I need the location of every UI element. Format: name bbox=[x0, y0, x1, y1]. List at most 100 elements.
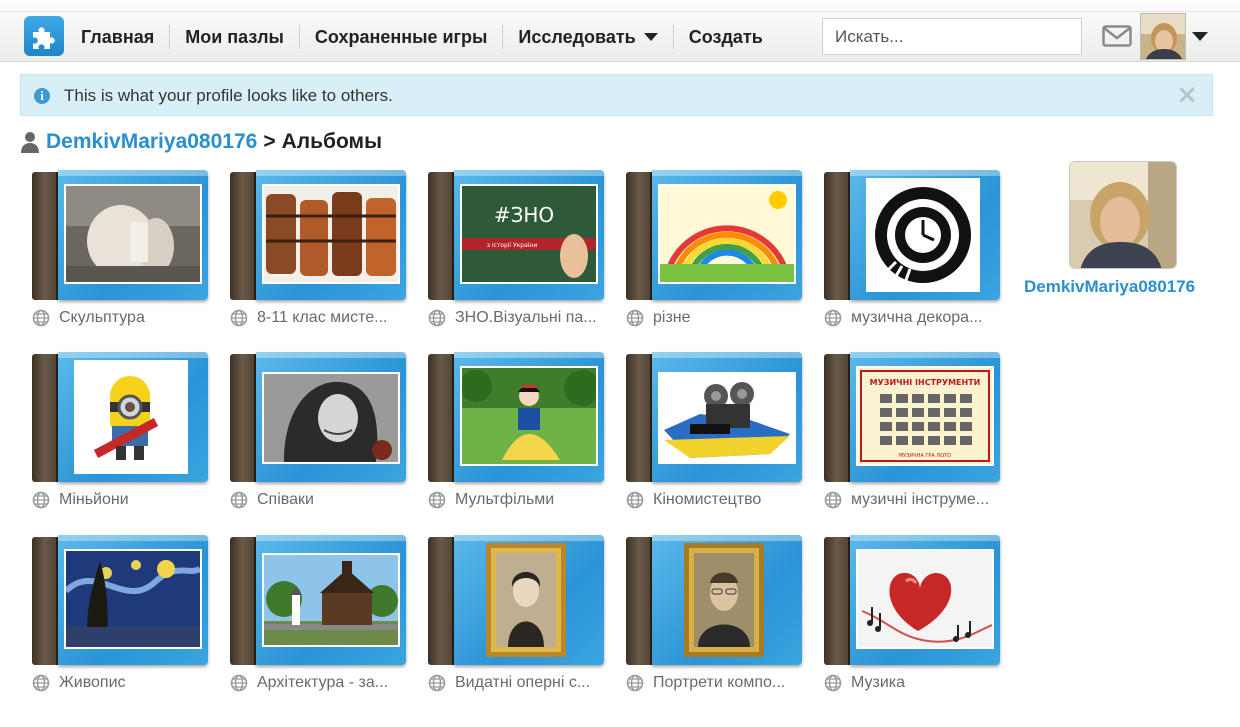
globe-icon bbox=[824, 674, 842, 692]
album-book bbox=[32, 170, 208, 300]
album-thumbnail bbox=[262, 372, 400, 464]
album-title[interactable]: Портрети компо... bbox=[626, 674, 802, 692]
album-card[interactable]: Живопис bbox=[32, 535, 208, 695]
globe-icon bbox=[230, 674, 248, 692]
album-title[interactable]: Співаки bbox=[230, 491, 406, 509]
nav-create[interactable]: Создать bbox=[672, 25, 778, 49]
user-avatar[interactable] bbox=[1140, 13, 1186, 60]
album-card[interactable]: МУЗИЧНІ ІНСТРУМЕНТИ МУЗИЧНА ГРА ЛОТО музи… bbox=[824, 352, 1000, 512]
main-nav: Главная Мои пазлы Сохраненные игры Иссле… bbox=[66, 22, 778, 52]
album-book bbox=[32, 352, 208, 482]
album-book bbox=[824, 170, 1000, 300]
info-icon: i bbox=[34, 88, 50, 104]
album-card[interactable]: різне bbox=[626, 170, 802, 330]
topbar-divider bbox=[0, 11, 1240, 12]
album-card[interactable]: музична декора... bbox=[824, 170, 1000, 330]
album-book: #ЗНО з історії України bbox=[428, 170, 604, 300]
album-book: МУЗИЧНІ ІНСТРУМЕНТИ МУЗИЧНА ГРА ЛОТО bbox=[824, 352, 1000, 482]
puzzle-logo-icon[interactable] bbox=[24, 16, 64, 56]
profile-photo[interactable] bbox=[1069, 161, 1177, 269]
nav-create-label: Создать bbox=[688, 27, 763, 47]
album-title[interactable]: Видатні оперні с... bbox=[428, 674, 604, 692]
album-title-text: різне bbox=[653, 309, 691, 326]
globe-icon bbox=[824, 309, 842, 327]
album-card[interactable]: Міньйони bbox=[32, 352, 208, 512]
search-input[interactable] bbox=[822, 18, 1082, 55]
album-card[interactable]: #ЗНО з історії України ЗНО.Візуальні па..… bbox=[428, 170, 604, 330]
album-card[interactable]: Мультфільми bbox=[428, 352, 604, 512]
globe-icon bbox=[428, 674, 446, 692]
album-title-text: 8-11 клас мисте... bbox=[257, 309, 388, 326]
album-book bbox=[626, 535, 802, 665]
album-thumbnail bbox=[262, 184, 400, 284]
heading-username-link[interactable]: DemkivMariya080176 bbox=[46, 130, 257, 154]
album-thumbnail bbox=[64, 549, 202, 649]
album-card[interactable]: Видатні оперні с... bbox=[428, 535, 604, 695]
album-title[interactable]: Музика bbox=[824, 674, 1000, 692]
globe-icon bbox=[428, 491, 446, 509]
nav-my-puzzles[interactable]: Мои пазлы bbox=[169, 25, 299, 49]
album-title[interactable]: ЗНО.Візуальні па... bbox=[428, 309, 604, 327]
nav-home[interactable]: Главная bbox=[66, 25, 169, 49]
album-title-text: Мультфільми bbox=[455, 491, 555, 508]
album-thumbnail bbox=[460, 366, 598, 466]
globe-icon bbox=[230, 491, 248, 509]
album-title-text: Архітектура - за... bbox=[257, 674, 389, 691]
album-book bbox=[428, 535, 604, 665]
album-thumbnail bbox=[658, 372, 796, 464]
album-title[interactable]: Міньйони bbox=[32, 491, 208, 509]
album-card[interactable]: 8-11 клас мисте... bbox=[230, 170, 406, 330]
album-title[interactable]: Мультфільми bbox=[428, 491, 604, 509]
album-title-text: музичні інструме... bbox=[851, 491, 990, 508]
album-title[interactable]: музичні інструме... bbox=[824, 491, 1000, 509]
album-thumbnail bbox=[658, 184, 796, 284]
nav-explore[interactable]: Исследовать bbox=[502, 25, 672, 49]
album-title[interactable]: 8-11 клас мисте... bbox=[230, 309, 406, 327]
album-title[interactable]: Архітектура - за... bbox=[230, 674, 406, 692]
album-title-text: ЗНО.Візуальні па... bbox=[455, 309, 597, 326]
album-card[interactable]: Портрети компо... bbox=[626, 535, 802, 695]
album-title-text: Скульптура bbox=[59, 309, 145, 326]
nav-saved-games[interactable]: Сохраненные игры bbox=[298, 25, 503, 49]
album-card[interactable]: Архітектура - за... bbox=[230, 535, 406, 695]
profile-username-link[interactable]: DemkivMariya080176 bbox=[1024, 277, 1224, 297]
album-book bbox=[32, 535, 208, 665]
album-card[interactable]: Скульптура bbox=[32, 170, 208, 330]
zno-thumb-subtitle: з історії України bbox=[487, 242, 538, 249]
globe-icon bbox=[32, 491, 50, 509]
globe-icon bbox=[32, 674, 50, 692]
heading-separator: > bbox=[263, 130, 276, 153]
banner-text: This is what your profile looks like to … bbox=[64, 86, 393, 105]
album-thumbnail bbox=[684, 543, 764, 657]
album-thumbnail bbox=[262, 553, 400, 647]
globe-icon bbox=[428, 309, 446, 327]
info-banner: i This is what your profile looks like t… bbox=[20, 74, 1213, 116]
album-thumbnail: #ЗНО з історії України bbox=[460, 184, 598, 284]
album-title-text: Видатні оперні с... bbox=[455, 674, 591, 691]
globe-icon bbox=[824, 491, 842, 509]
globe-icon bbox=[626, 309, 644, 327]
album-title[interactable]: Скульптура bbox=[32, 309, 208, 327]
user-icon bbox=[21, 132, 39, 153]
nav-explore-label: Исследовать bbox=[518, 27, 636, 47]
album-thumbnail bbox=[866, 178, 980, 292]
album-book bbox=[230, 170, 406, 300]
close-icon[interactable]: × bbox=[1176, 81, 1198, 109]
nav-my-puzzles-label: Мои пазлы bbox=[185, 27, 284, 47]
album-title[interactable]: Кіномистецтво bbox=[626, 491, 802, 509]
album-card[interactable]: Кіномистецтво bbox=[626, 352, 802, 512]
album-title-text: Співаки bbox=[257, 491, 314, 508]
album-title[interactable]: різне bbox=[626, 309, 802, 327]
album-card[interactable]: Співаки bbox=[230, 352, 406, 512]
album-card[interactable]: Музика bbox=[824, 535, 1000, 695]
album-title-text: Кіномистецтво bbox=[653, 491, 762, 508]
album-thumbnail bbox=[856, 549, 994, 649]
album-title[interactable]: Живопис bbox=[32, 674, 208, 692]
album-title[interactable]: музична декора... bbox=[824, 309, 1000, 327]
album-book bbox=[230, 352, 406, 482]
album-thumbnail bbox=[486, 543, 566, 657]
mail-icon[interactable] bbox=[1102, 25, 1132, 47]
album-thumbnail: МУЗИЧНІ ІНСТРУМЕНТИ МУЗИЧНА ГРА ЛОТО bbox=[856, 366, 994, 466]
globe-icon bbox=[32, 309, 50, 327]
user-menu-chevron-icon[interactable] bbox=[1192, 32, 1208, 41]
